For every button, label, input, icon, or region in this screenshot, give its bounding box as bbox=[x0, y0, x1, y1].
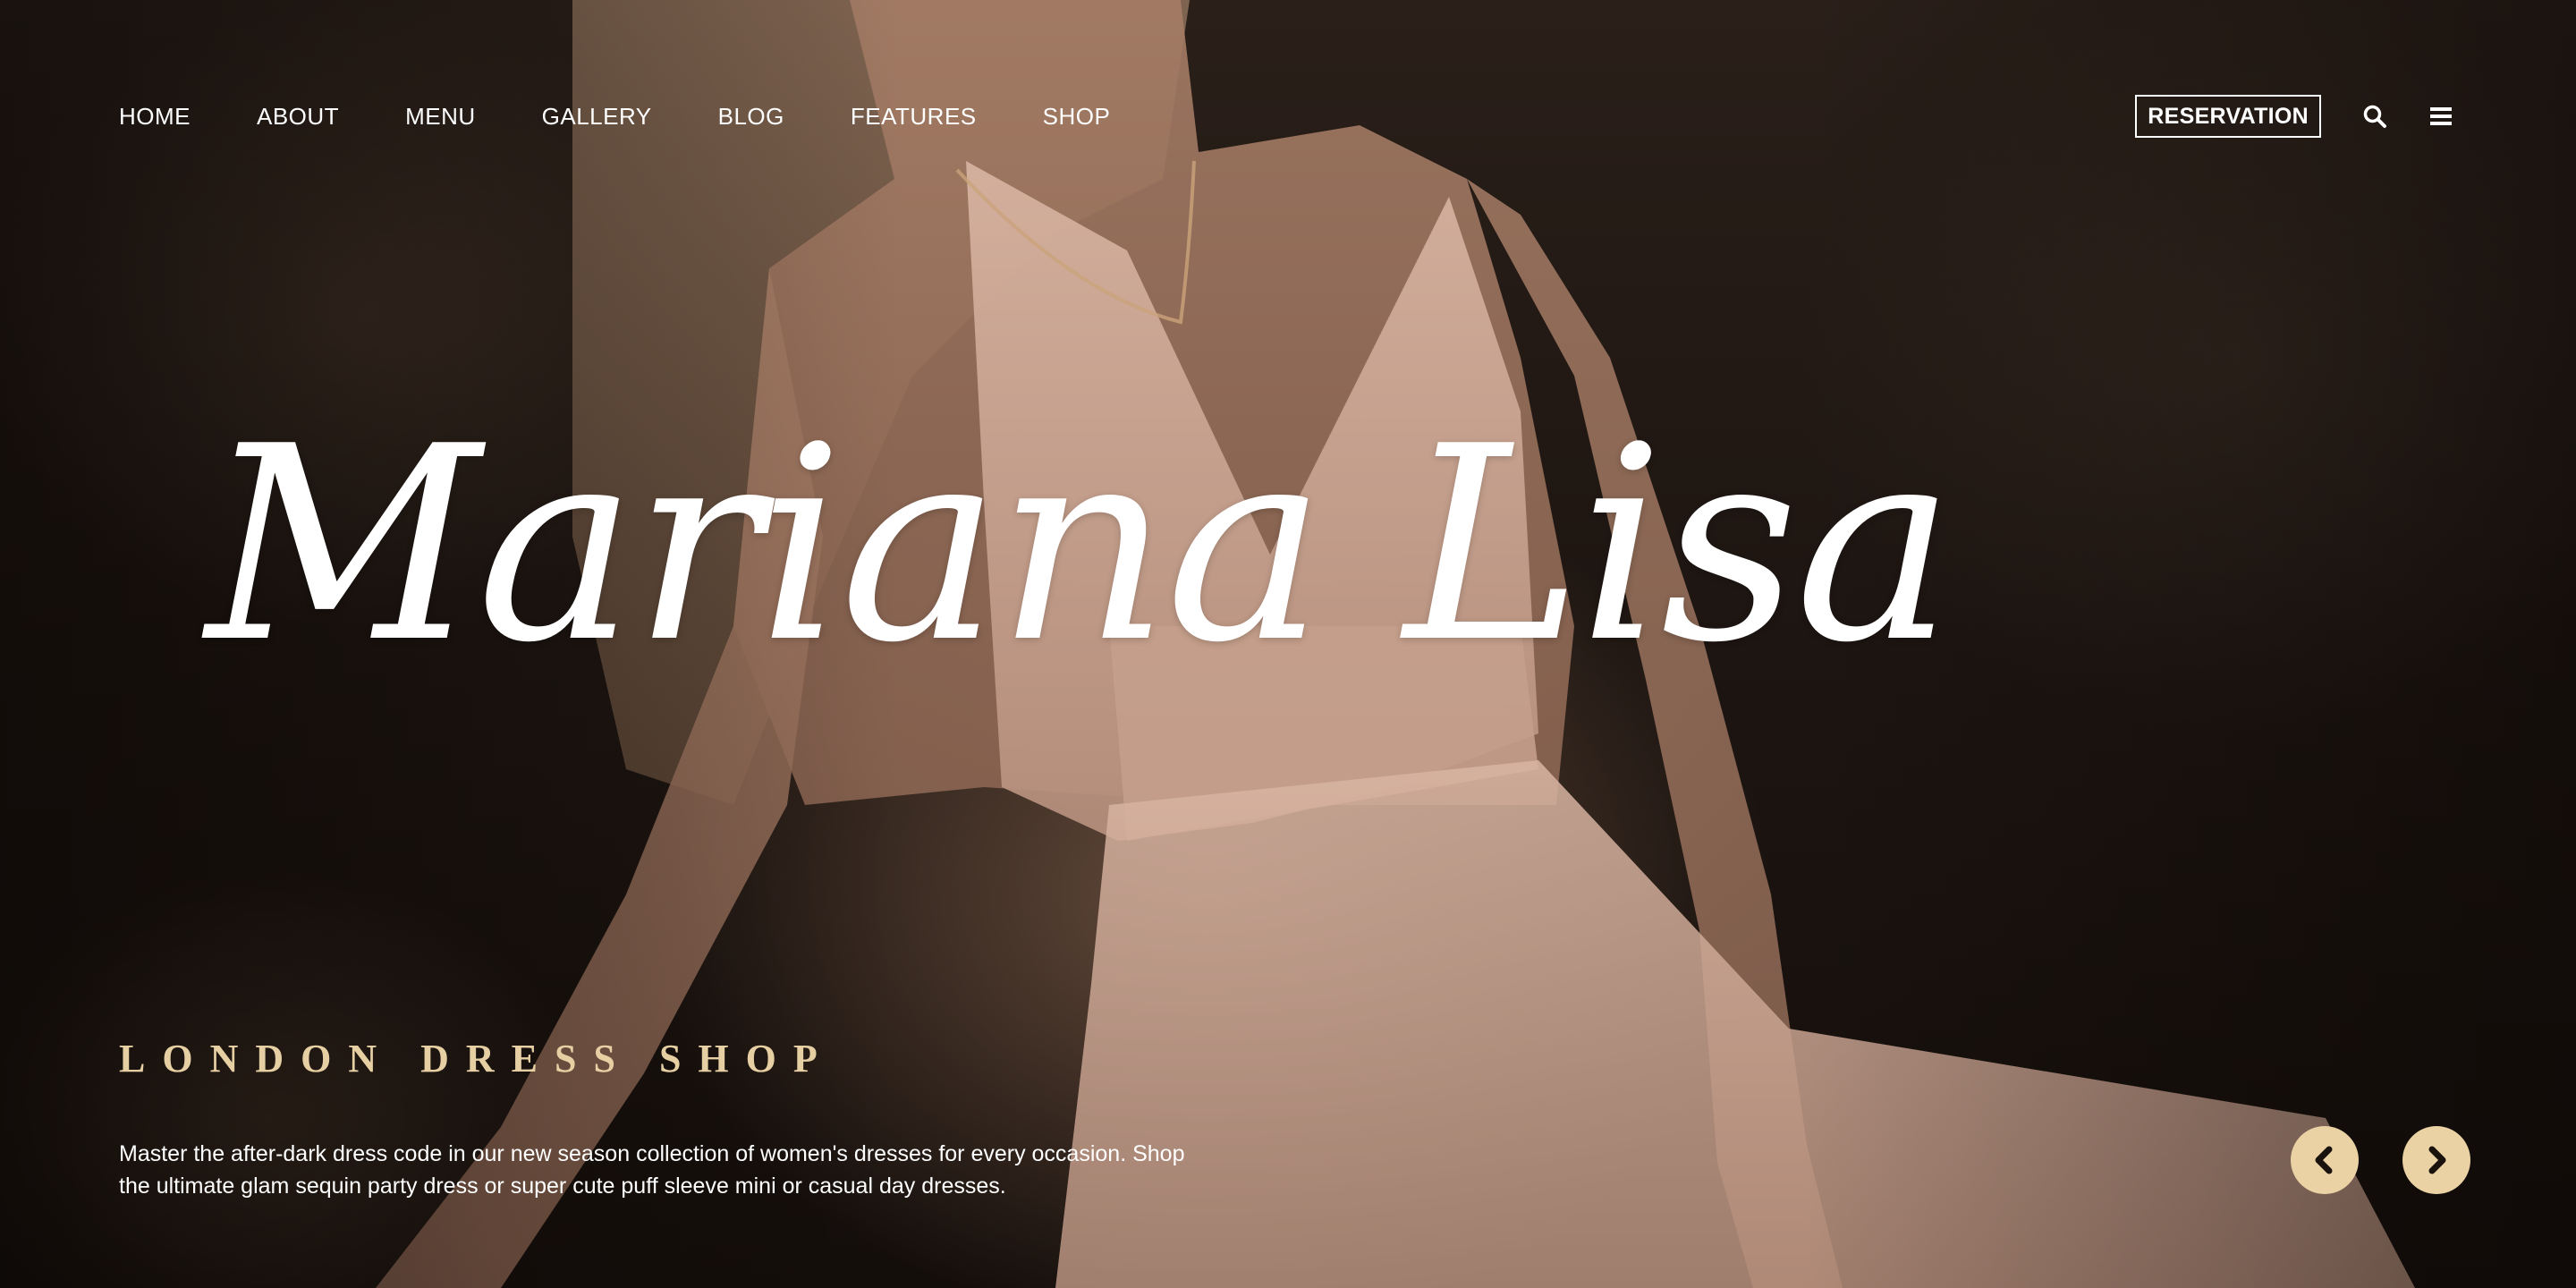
nav-item-features[interactable]: FEATURES bbox=[851, 97, 977, 136]
hero-script-title: Mariana Lisa bbox=[206, 389, 1955, 701]
nav-item-blog[interactable]: BLOG bbox=[718, 97, 784, 136]
hero-description: Master the after-dark dress code in our … bbox=[119, 1141, 1185, 1199]
slider-prev-button[interactable] bbox=[2291, 1126, 2359, 1194]
reservation-button[interactable]: RESERVATION bbox=[2135, 95, 2321, 138]
nav-item-home[interactable]: HOME bbox=[119, 97, 191, 136]
slider-next-button[interactable] bbox=[2402, 1126, 2470, 1194]
chevron-right-icon bbox=[2428, 1146, 2446, 1174]
hero-eyebrow: LONDON DRESS SHOP bbox=[119, 1037, 835, 1080]
main-nav: HOME ABOUT MENU GALLERY BLOG FEATURES SH… bbox=[119, 97, 1176, 136]
nav-item-menu[interactable]: MENU bbox=[405, 97, 476, 136]
search-icon[interactable] bbox=[2359, 100, 2391, 132]
nav-item-gallery[interactable]: GALLERY bbox=[542, 97, 652, 136]
nav-item-shop[interactable]: SHOP bbox=[1043, 97, 1111, 136]
chevron-left-icon bbox=[2315, 1146, 2333, 1174]
header-actions: RESERVATION bbox=[2135, 95, 2457, 138]
nav-item-about[interactable]: ABOUT bbox=[257, 97, 339, 136]
hamburger-menu-icon[interactable] bbox=[2425, 100, 2457, 132]
hero-page: HOME ABOUT MENU GALLERY BLOG FEATURES SH… bbox=[0, 0, 2576, 1288]
